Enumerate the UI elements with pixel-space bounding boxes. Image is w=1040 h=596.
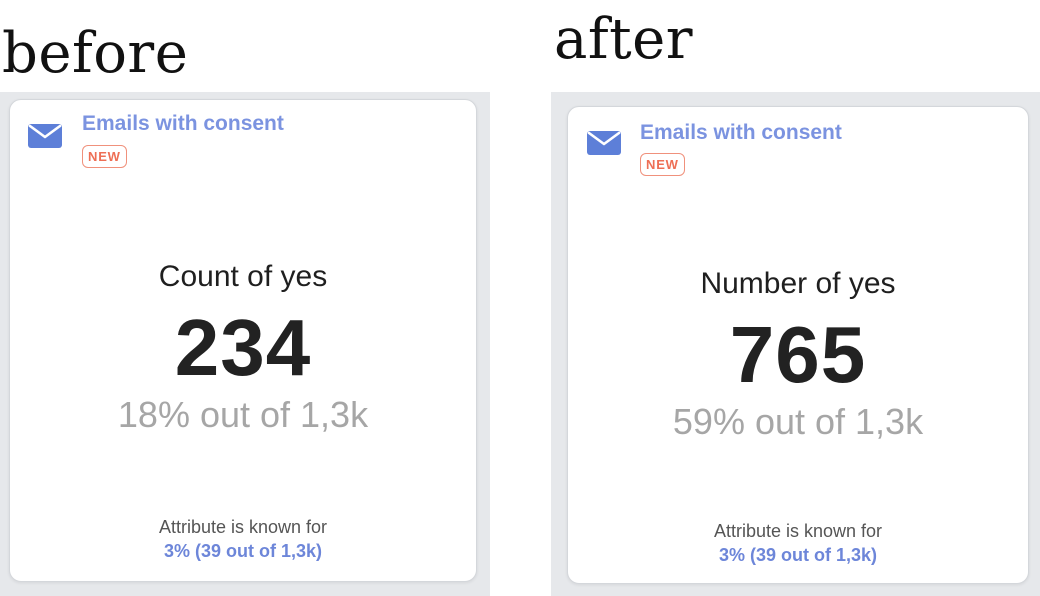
envelope-icon xyxy=(28,124,62,148)
known-value: 3% (39 out of 1,3k) xyxy=(163,541,323,561)
metric-share: 18% out of 1,3k xyxy=(117,394,369,435)
metric-label: Number of yes xyxy=(700,267,896,300)
metric-card-after[interactable]: Emails with consent NEW Number of yes 76… xyxy=(567,106,1029,584)
metric-share: 59% out of 1,3k xyxy=(672,401,924,442)
metric-label: Count of yes xyxy=(158,260,328,293)
known-label: Attribute is known for xyxy=(158,517,328,537)
known-label: Attribute is known for xyxy=(713,521,883,541)
heading-after: after xyxy=(554,7,694,72)
envelope-icon xyxy=(587,131,621,155)
metric-card-before[interactable]: Emails with consent NEW Count of yes 234… xyxy=(9,99,477,582)
card-title[interactable]: Emails with consent xyxy=(640,121,842,145)
metric-value: 765 xyxy=(729,310,867,399)
metric-value: 234 xyxy=(174,303,312,392)
new-badge: NEW xyxy=(82,145,127,168)
heading-before: before xyxy=(2,21,189,86)
known-value: 3% (39 out of 1,3k) xyxy=(718,545,878,565)
card-title[interactable]: Emails with consent xyxy=(82,112,284,136)
after-panel: Emails with consent NEW Number of yes 76… xyxy=(551,92,1040,596)
new-badge: NEW xyxy=(640,153,685,176)
before-panel: Emails with consent NEW Count of yes 234… xyxy=(0,92,490,596)
